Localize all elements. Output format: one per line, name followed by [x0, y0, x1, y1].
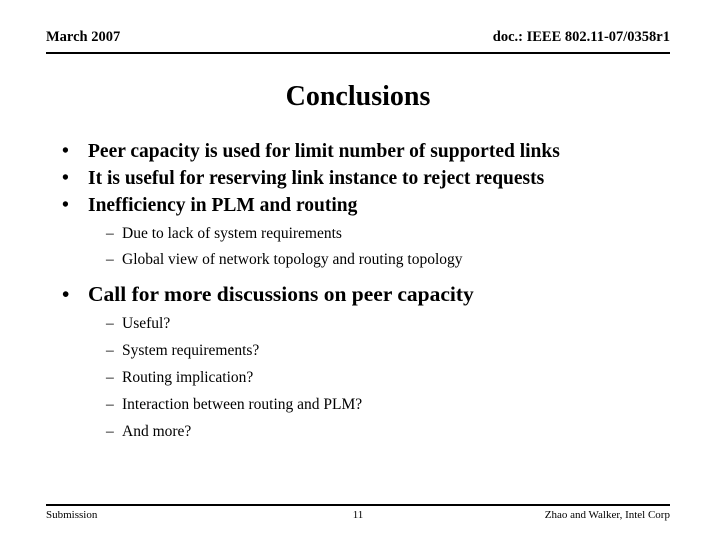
list-item: – Routing implication? — [46, 365, 676, 392]
list-item: – Useful? — [46, 311, 676, 338]
list-item: – Interaction between routing and PLM? — [46, 392, 676, 419]
list-item: – And more? — [46, 419, 676, 446]
list-item: – Due to lack of system requirements — [46, 221, 676, 247]
dash-marker-icon: – — [106, 396, 114, 413]
sub-list-container: – Due to lack of system requirements – G… — [46, 221, 676, 273]
list-item: – Global view of network topology and ro… — [46, 247, 676, 273]
sub-list-container: – Useful? – System requirements? – Routi… — [46, 311, 676, 446]
slide-header: March 2007 doc.: IEEE 802.11-07/0358r1 — [46, 28, 670, 54]
slide: March 2007 doc.: IEEE 802.11-07/0358r1 C… — [0, 0, 720, 540]
sub-bullet-list: – Due to lack of system requirements – G… — [46, 221, 676, 273]
sub-bullet-list: – Useful? – System requirements? – Routi… — [46, 311, 676, 446]
bullet-marker-icon: • — [62, 141, 69, 162]
dash-marker-icon: – — [106, 225, 114, 242]
list-item: – System requirements? — [46, 338, 676, 365]
footer-submission-label: Submission — [46, 509, 98, 521]
dash-marker-icon: – — [106, 369, 114, 386]
dash-marker-icon: – — [106, 251, 114, 268]
list-item-text: Inefficiency in PLM and routing — [88, 195, 358, 216]
list-item-text: Peer capacity is used for limit number o… — [88, 141, 560, 162]
list-item-text: Interaction between routing and PLM? — [122, 396, 363, 413]
dash-marker-icon: – — [106, 342, 114, 359]
list-item: • Peer capacity is used for limit number… — [46, 139, 676, 165]
list-item: • It is useful for reserving link instan… — [46, 166, 676, 192]
list-item-text: Routing implication? — [122, 369, 254, 386]
slide-body: • Peer capacity is used for limit number… — [46, 139, 676, 446]
page-number: 11 — [352, 509, 364, 521]
header-document-id: doc.: IEEE 802.11-07/0358r1 — [492, 29, 670, 45]
bullet-marker-icon: • — [62, 195, 69, 216]
list-item-text: System requirements? — [122, 342, 260, 359]
list-item-text: Due to lack of system requirements — [122, 225, 342, 242]
dash-marker-icon: – — [106, 315, 114, 332]
page-title: Conclusions — [285, 81, 431, 112]
list-item-text: Useful? — [122, 315, 171, 332]
list-item: • Call for more discussions on peer capa… — [46, 280, 676, 309]
bullet-marker-icon: • — [62, 168, 69, 189]
bullet-marker-icon: • — [62, 282, 70, 306]
slide-footer: Submission 11 Zhao and Walker, Intel Cor… — [46, 504, 670, 522]
list-item-text: It is useful for reserving link instance… — [88, 168, 545, 189]
bullet-list: • Peer capacity is used for limit number… — [46, 139, 676, 446]
dash-marker-icon: – — [106, 423, 114, 440]
list-item-text: Call for more discussions on peer capaci… — [88, 282, 474, 306]
list-item-text: Global view of network topology and rout… — [122, 251, 463, 268]
list-item-text: And more? — [122, 423, 192, 440]
list-item: • Inefficiency in PLM and routing — [46, 193, 676, 219]
header-date: March 2007 — [46, 29, 121, 45]
footer-author-label: Zhao and Walker, Intel Corp — [544, 509, 670, 521]
